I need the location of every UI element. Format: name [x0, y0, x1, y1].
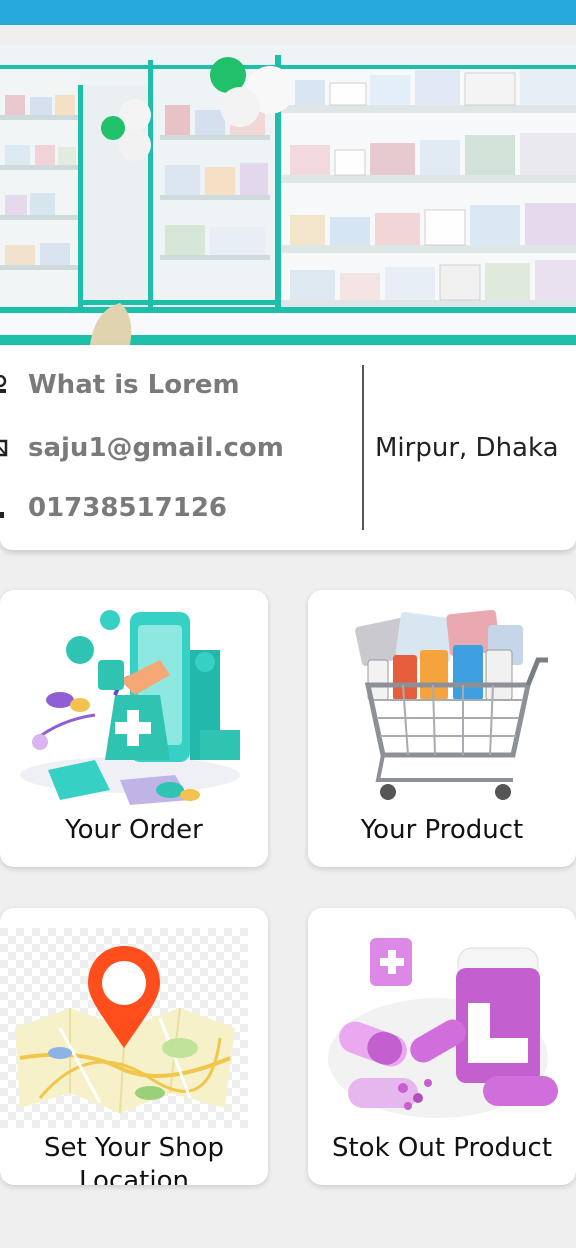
- email-text: saju1@gmail.com: [28, 433, 284, 463]
- your-product-label: Your Product: [360, 815, 524, 845]
- order-illustration: [20, 610, 240, 805]
- shopping-cart-icon: [355, 609, 548, 800]
- set-shop-location-tile[interactable]: Set Your Shop Location: [0, 908, 268, 1185]
- stock-out-product-tile[interactable]: Stok Out Product: [308, 908, 576, 1185]
- mail-icon: [0, 439, 8, 457]
- your-order-tile[interactable]: Your Order: [0, 590, 268, 867]
- person-icon: [0, 375, 7, 393]
- set-shop-location-label-line1: Set Your Shop: [43, 1133, 225, 1163]
- status-bar: [0, 0, 576, 25]
- stock-out-product-label: Stok Out Product: [331, 1133, 553, 1163]
- phone-icon: [0, 512, 4, 518]
- pharmacy-banner-image: [0, 45, 576, 345]
- set-shop-location-label-line2: Location: [79, 1166, 189, 1185]
- your-order-label: Your Order: [65, 815, 203, 845]
- address-text: Mirpur, Dhaka: [375, 433, 559, 463]
- phone-text: 01738517126: [28, 493, 227, 523]
- shop-name: What is Lorem: [28, 370, 240, 400]
- medicine-bottle-icon: [328, 938, 558, 1118]
- info-divider: [362, 365, 364, 530]
- your-product-tile[interactable]: Your Product: [308, 590, 576, 867]
- map-pin-icon: [0, 928, 248, 1128]
